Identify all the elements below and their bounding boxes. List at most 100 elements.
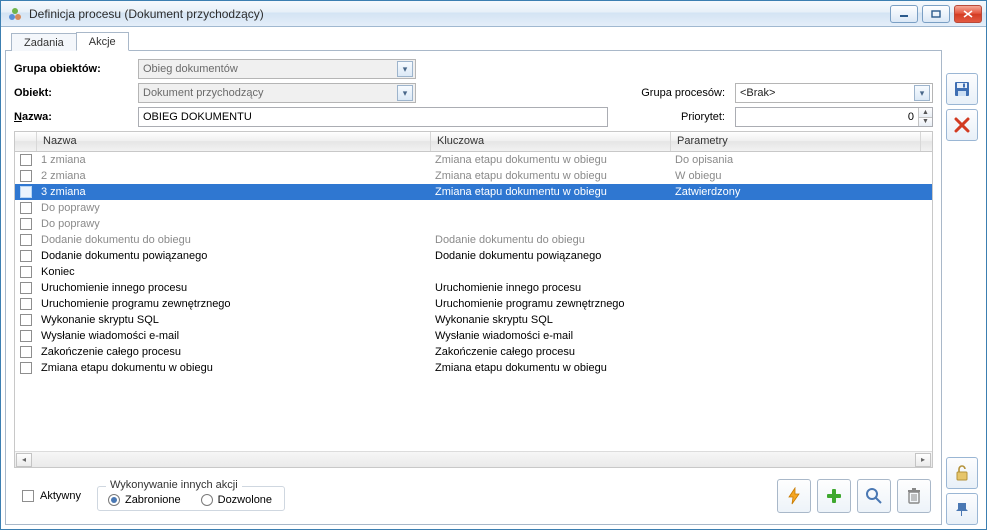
table-row[interactable]: Dodanie dokumentu do obieguDodanie dokum… <box>15 232 932 248</box>
spin-down-icon[interactable]: ▼ <box>919 118 932 127</box>
spin-up-icon[interactable]: ▲ <box>919 108 932 118</box>
col-kluczowa[interactable]: Kluczowa <box>431 132 671 151</box>
radio-icon <box>108 494 120 506</box>
row-checkbox[interactable] <box>15 282 37 294</box>
label-grupa-procesow: Grupa procesów: <box>625 87 731 99</box>
cancel-button[interactable] <box>946 109 978 141</box>
maximize-button[interactable] <box>922 5 950 23</box>
cell-kluczowa: Uruchomienie innego procesu <box>431 282 671 294</box>
combo-obiekt[interactable]: Dokument przychodzący ▾ <box>138 83 416 103</box>
row-checkbox[interactable] <box>15 314 37 326</box>
panel-akcje: Grupa obiektów: Obieg dokumentów ▾ Obiek… <box>5 51 942 525</box>
label-aktywny: Aktywny <box>40 490 81 502</box>
table-row[interactable]: Dodanie dokumentu powiązanegoDodanie dok… <box>15 248 932 264</box>
cell-nazwa: Do poprawy <box>37 202 431 214</box>
checkbox-icon <box>22 490 34 502</box>
scroll-left-icon[interactable]: ◂ <box>16 453 32 467</box>
table-row[interactable]: 1 zmianaZmiana etapu dokumentu w obieguD… <box>15 152 932 168</box>
row-checkbox[interactable] <box>15 186 37 198</box>
actions-table: Nazwa Kluczowa Parametry 1 zmianaZmiana … <box>14 131 933 468</box>
col-nazwa[interactable]: Nazwa <box>37 132 431 151</box>
row-checkbox[interactable] <box>15 202 37 214</box>
chevron-down-icon: ▾ <box>397 85 413 101</box>
label-grupa-obiektow: Grupa obiektów: <box>14 63 134 75</box>
delete-button[interactable] <box>897 479 931 513</box>
cell-nazwa: Zmiana etapu dokumentu w obiegu <box>37 362 431 374</box>
save-button[interactable] <box>946 73 978 105</box>
combo-grupa-procesow[interactable]: <Brak> ▾ <box>735 83 933 103</box>
titlebar: Definicja procesu (Dokument przychodzący… <box>1 1 986 27</box>
scroll-right-icon[interactable]: ▸ <box>915 453 931 467</box>
table-row[interactable]: Do poprawy <box>15 200 932 216</box>
tab-zadania[interactable]: Zadania <box>11 33 77 51</box>
cell-kluczowa: Dodanie dokumentu do obiegu <box>431 234 671 246</box>
cell-kluczowa: Wysłanie wiadomości e-mail <box>431 330 671 342</box>
table-row[interactable]: 3 zmianaZmiana etapu dokumentu w obieguZ… <box>15 184 932 200</box>
row-checkbox[interactable] <box>15 266 37 278</box>
add-button[interactable] <box>817 479 851 513</box>
h-scrollbar[interactable]: ◂ ▸ <box>15 451 932 467</box>
row-checkbox[interactable] <box>15 298 37 310</box>
lightning-button[interactable] <box>777 479 811 513</box>
group-wykonywanie: Wykonywanie innych akcji Zabronione Dozw… <box>97 486 285 511</box>
checkbox-aktywny[interactable]: Aktywny <box>22 490 81 502</box>
combo-grupa-obiektow-value: Obieg dokumentów <box>143 63 397 75</box>
table-row[interactable]: Zakończenie całego procesuZakończenie ca… <box>15 344 932 360</box>
table-body[interactable]: 1 zmianaZmiana etapu dokumentu w obieguD… <box>15 152 932 451</box>
cell-kluczowa: Zakończenie całego procesu <box>431 346 671 358</box>
row-checkbox[interactable] <box>15 250 37 262</box>
table-row[interactable]: Uruchomienie innego procesuUruchomienie … <box>15 280 932 296</box>
cell-nazwa: 3 zmiana <box>37 186 431 198</box>
row-checkbox[interactable] <box>15 362 37 374</box>
cell-nazwa: Wykonanie skryptu SQL <box>37 314 431 326</box>
group-legend: Wykonywanie innych akcji <box>106 479 242 491</box>
radio-dozwolone[interactable]: Dozwolone <box>201 494 272 506</box>
cell-nazwa: Wysłanie wiadomości e-mail <box>37 330 431 342</box>
cell-nazwa: Uruchomienie innego procesu <box>37 282 431 294</box>
table-row[interactable]: 2 zmianaZmiana etapu dokumentu w obieguW… <box>15 168 932 184</box>
bottom-bar: Aktywny Wykonywanie innych akcji Zabroni… <box>14 472 933 516</box>
table-row[interactable]: Zmiana etapu dokumentu w obieguZmiana et… <box>15 360 932 376</box>
row-checkbox[interactable] <box>15 330 37 342</box>
minimize-button[interactable] <box>890 5 918 23</box>
combo-grupa-obiektow[interactable]: Obieg dokumentów ▾ <box>138 59 416 79</box>
row-checkbox[interactable] <box>15 154 37 166</box>
cell-nazwa: Koniec <box>37 266 431 278</box>
tab-akcje[interactable]: Akcje <box>76 32 129 51</box>
close-button[interactable] <box>954 5 982 23</box>
row-checkbox[interactable] <box>15 234 37 246</box>
input-nazwa[interactable] <box>138 107 608 127</box>
cell-parametry: W obiegu <box>671 170 921 182</box>
row-checkbox[interactable] <box>15 218 37 230</box>
table-row[interactable]: Uruchomienie programu zewnętrznegoUrucho… <box>15 296 932 312</box>
cell-parametry: Do opisania <box>671 154 921 166</box>
search-button[interactable] <box>857 479 891 513</box>
chevron-down-icon: ▾ <box>914 85 930 101</box>
spin-priorytet-value[interactable] <box>736 108 918 126</box>
table-row[interactable]: Do poprawy <box>15 216 932 232</box>
table-row[interactable]: Wykonanie skryptu SQLWykonanie skryptu S… <box>15 312 932 328</box>
table-row[interactable]: Koniec <box>15 264 932 280</box>
row-checkbox[interactable] <box>15 170 37 182</box>
row-checkbox[interactable] <box>15 346 37 358</box>
cell-parametry: Zatwierdzony <box>671 186 921 198</box>
label-priorytet: Priorytet: <box>625 111 731 123</box>
window-title: Definicja procesu (Dokument przychodzący… <box>29 7 884 21</box>
cell-kluczowa: Zmiana etapu dokumentu w obiegu <box>431 154 671 166</box>
window: Definicja procesu (Dokument przychodzący… <box>0 0 987 530</box>
cell-kluczowa: Zmiana etapu dokumentu w obiegu <box>431 362 671 374</box>
cell-kluczowa: Zmiana etapu dokumentu w obiegu <box>431 186 671 198</box>
cell-kluczowa: Uruchomienie programu zewnętrznego <box>431 298 671 310</box>
cell-nazwa: 2 zmiana <box>37 170 431 182</box>
combo-obiekt-value: Dokument przychodzący <box>143 87 397 99</box>
pin-button[interactable] <box>946 493 978 525</box>
table-row[interactable]: Wysłanie wiadomości e-mailWysłanie wiado… <box>15 328 932 344</box>
app-icon <box>7 6 23 22</box>
spin-priorytet[interactable]: ▲ ▼ <box>735 107 933 127</box>
col-parametry[interactable]: Parametry <box>671 132 921 151</box>
lock-button[interactable] <box>946 457 978 489</box>
side-toolbar <box>946 29 982 525</box>
radio-zabronione[interactable]: Zabronione <box>108 494 181 506</box>
cell-nazwa: Uruchomienie programu zewnętrznego <box>37 298 431 310</box>
table-header: Nazwa Kluczowa Parametry <box>15 132 932 152</box>
